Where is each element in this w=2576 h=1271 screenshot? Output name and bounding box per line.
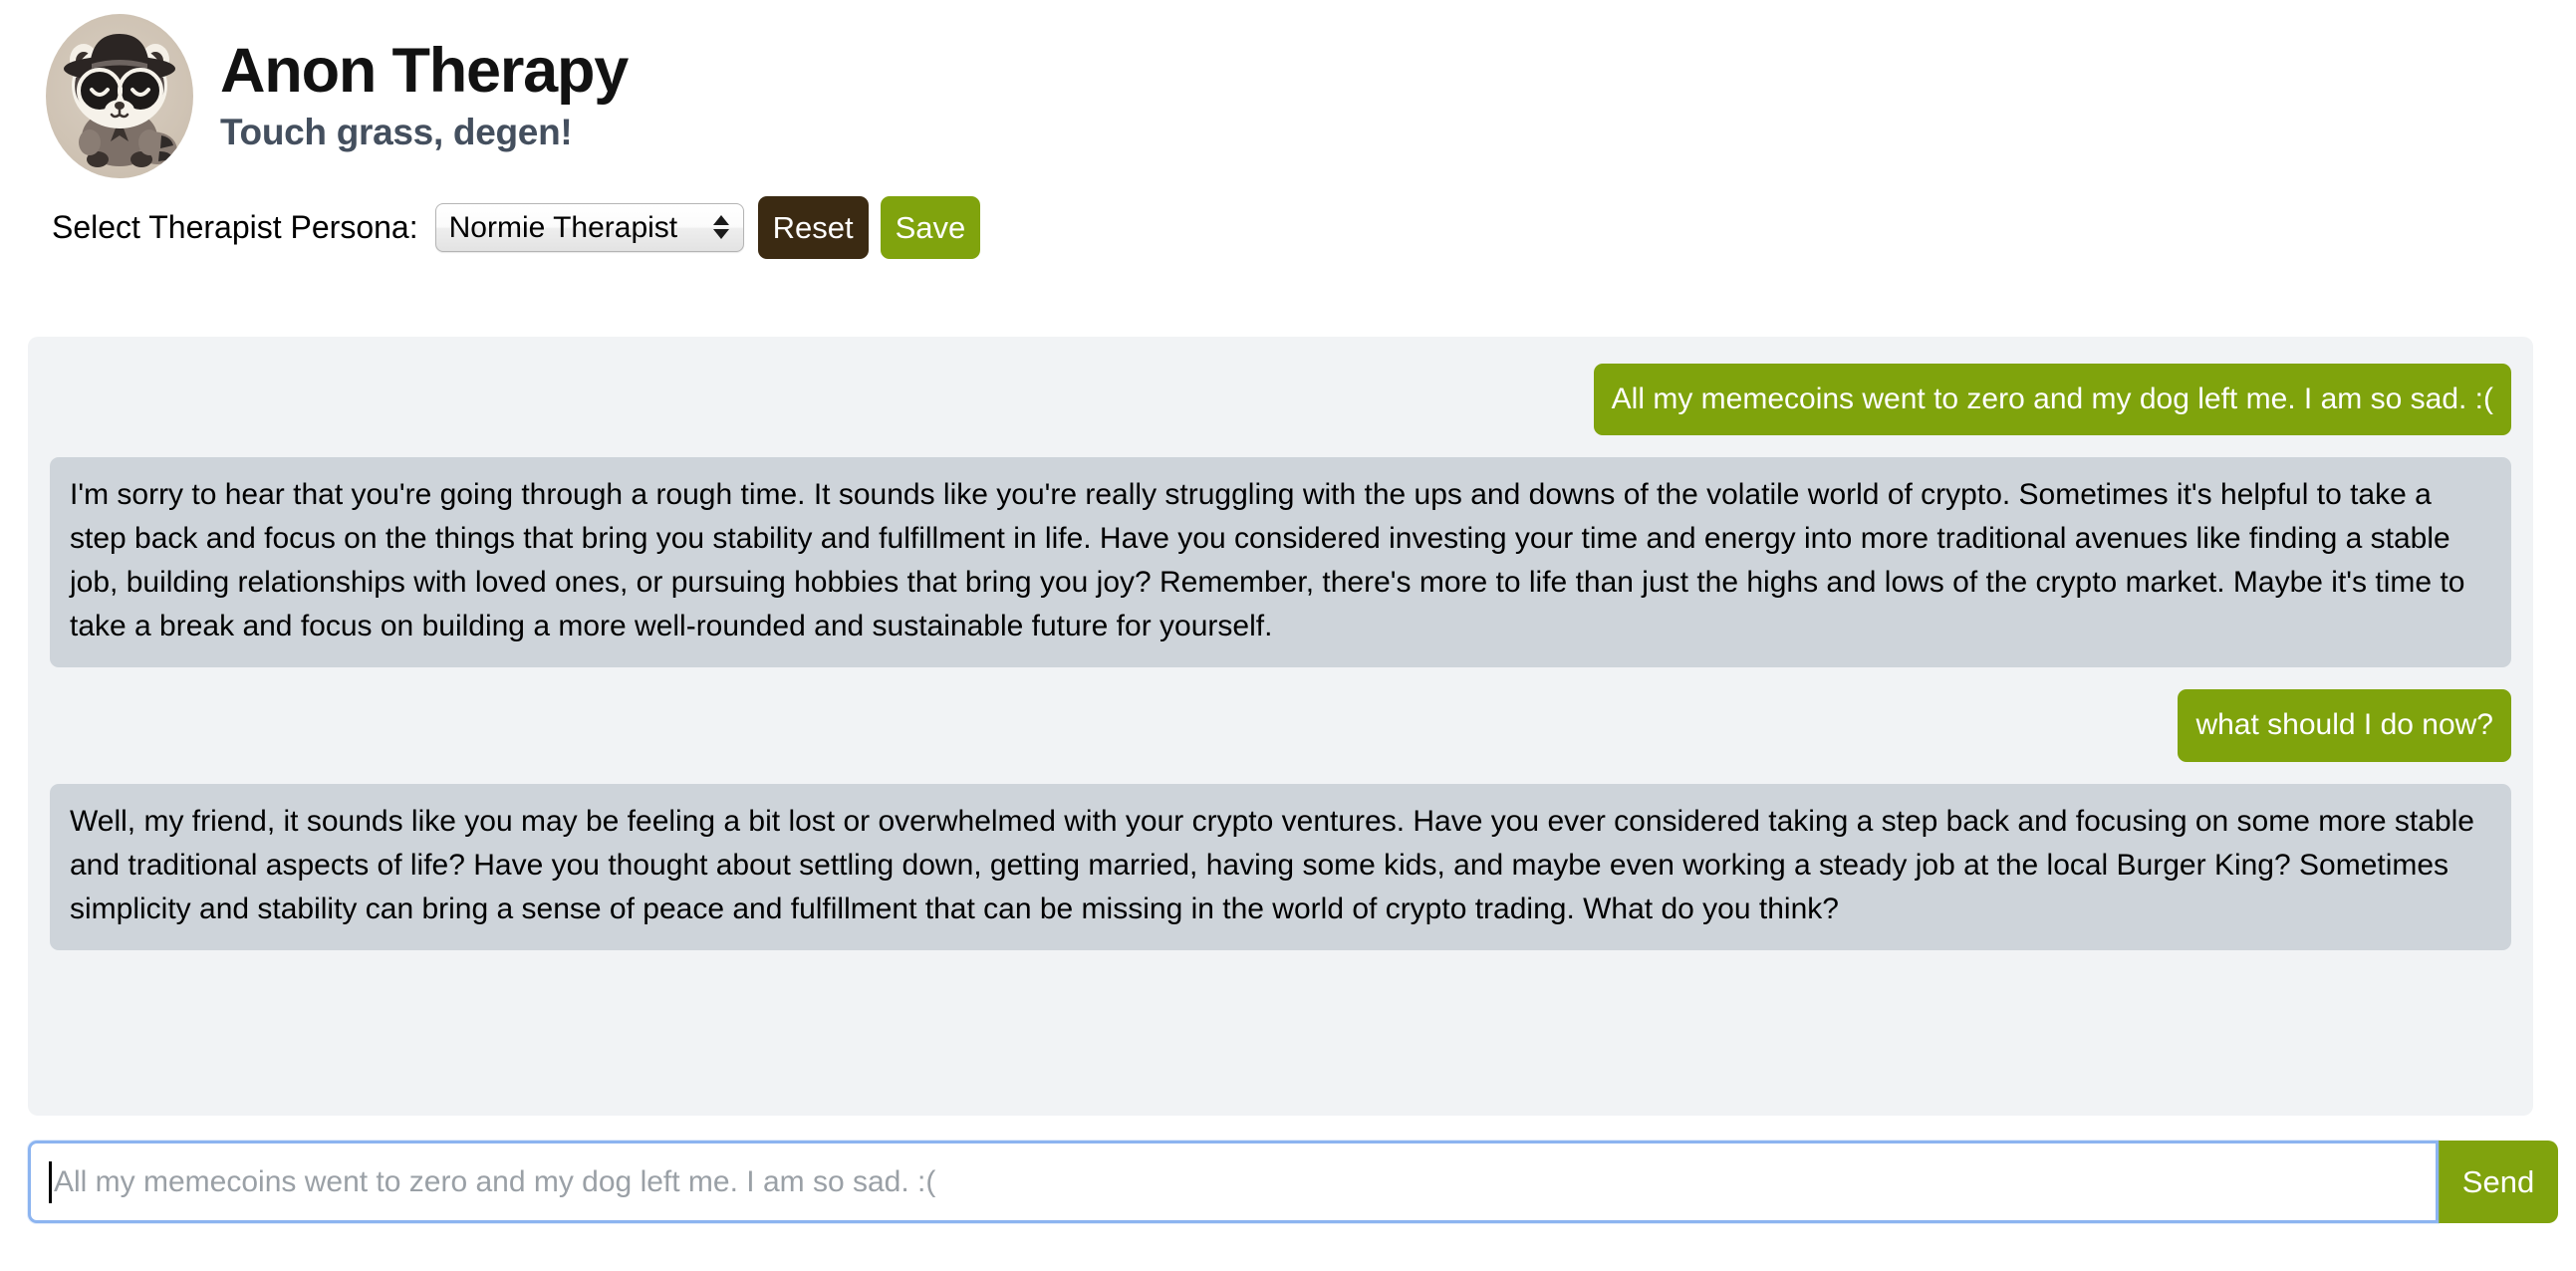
save-button[interactable]: Save xyxy=(880,195,981,259)
user-message-bubble: All my memecoins went to zero and my dog… xyxy=(1593,364,2511,436)
persona-label: Select Therapist Persona: xyxy=(52,208,418,245)
app-root: Anon Therapy Touch grass, degen! Select … xyxy=(0,0,2576,1271)
user-message-bubble: what should I do now? xyxy=(2178,689,2511,762)
bot-message-bubble: Well, my friend, it sounds like you may … xyxy=(50,783,2511,950)
message-row: what should I do now? xyxy=(50,689,2511,762)
message-row: I'm sorry to hear that you're going thro… xyxy=(50,457,2511,668)
message-row: Well, my friend, it sounds like you may … xyxy=(50,783,2511,950)
app-header: Anon Therapy Touch grass, degen! xyxy=(0,0,2576,179)
bot-message-bubble: I'm sorry to hear that you're going thro… xyxy=(50,457,2511,668)
raccoon-avatar-icon xyxy=(46,13,193,178)
page-title: Anon Therapy xyxy=(220,35,629,106)
persona-controls: Select Therapist Persona: Normie Therapi… xyxy=(0,189,2576,265)
persona-select[interactable]: Normie Therapist xyxy=(434,202,744,252)
send-button[interactable]: Send xyxy=(2439,1141,2558,1223)
header-titles: Anon Therapy Touch grass, degen! xyxy=(220,35,629,153)
page-subtitle: Touch grass, degen! xyxy=(220,111,573,152)
message-row: All my memecoins went to zero and my dog… xyxy=(50,364,2511,436)
message-input-placeholder: All my memecoins went to zero and my dog… xyxy=(54,1164,936,1198)
message-input[interactable]: All my memecoins went to zero and my dog… xyxy=(28,1141,2439,1223)
chat-transcript[interactable]: All my memecoins went to zero and my dog… xyxy=(28,337,2533,1116)
persona-select-wrapper[interactable]: Normie Therapist xyxy=(434,202,744,252)
reset-button[interactable]: Reset xyxy=(757,195,869,259)
message-composer: All my memecoins went to zero and my dog… xyxy=(28,1141,2558,1223)
